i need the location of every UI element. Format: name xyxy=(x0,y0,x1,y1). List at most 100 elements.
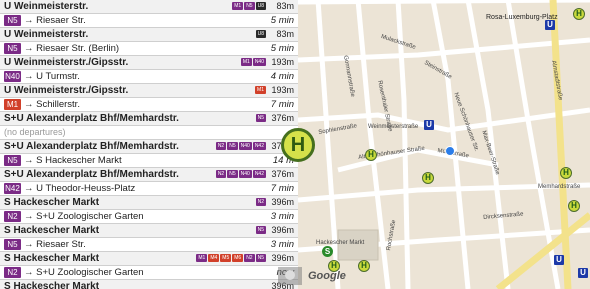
line-tag: M1 xyxy=(4,99,21,110)
departure-row[interactable]: N2→ S+U Zoologischer Gartennow xyxy=(0,266,298,280)
line-tag: N5 xyxy=(4,155,21,166)
bus-stop-marker[interactable]: H xyxy=(422,172,434,184)
stop-header-row[interactable]: U Weinmeisterstr./Gipsstr. M1 193m xyxy=(0,84,298,98)
stop-header-row[interactable]: S Hackescher Markt N2 396m xyxy=(0,196,298,210)
line-badge: N40 xyxy=(252,58,266,66)
stop-header-row[interactable]: S Hackescher Markt M1 M4 M5 M6 N2 N5 396m xyxy=(0,252,298,266)
line-badge: M1 xyxy=(196,254,208,262)
departure-row[interactable]: N42 → U Theodor-Heuss-Platz 7 min xyxy=(0,182,298,196)
line-badge: N40 xyxy=(238,142,252,150)
u-bahn-marker[interactable]: U xyxy=(578,268,588,278)
google-logo: Google xyxy=(308,270,346,282)
departure-destination: → Riesaer Str. xyxy=(24,15,86,26)
stop-name: S Hackescher Markt xyxy=(4,197,100,208)
map-layers-icon[interactable] xyxy=(278,267,302,285)
stop-name: U Weinmeisterstr./Gipsstr. xyxy=(4,85,129,96)
stop-distance: 83m xyxy=(276,29,294,39)
line-badge: N42 xyxy=(252,142,266,150)
departure-destination: → U Theodor-Heuss-Platz xyxy=(24,183,136,194)
u-bahn-marker[interactable]: U xyxy=(554,255,564,265)
stop-header-row[interactable]: S+U Alexanderplatz Bhf/Memhardstr. N2 N5 N4… xyxy=(0,140,298,154)
line-badge: N5 xyxy=(227,142,238,150)
stop-header-row[interactable]: U Weinmeisterstr./Gipsstr. M1 N40 193m xyxy=(0,56,298,70)
line-badge: M5 xyxy=(220,254,232,262)
line-badges: N2 xyxy=(255,198,266,206)
stop-name: S Hackescher Markt xyxy=(4,281,100,289)
departure-time: 5 min xyxy=(270,43,294,54)
line-badge: N2 xyxy=(255,198,266,206)
departure-row[interactable]: N5 → Riesaer Str. 3 min xyxy=(0,238,298,252)
line-badges: U8 xyxy=(255,30,266,38)
line-tag: N5 xyxy=(4,15,21,26)
line-badge: M6 xyxy=(232,254,244,262)
departure-time: 4 min xyxy=(270,71,294,82)
departure-time: 7 min xyxy=(270,183,294,194)
selected-stop-marker[interactable]: H xyxy=(281,128,315,162)
stop-header-row[interactable]: S+U Alexanderplatz Bhf/Memhardstr. N5 376m xyxy=(0,112,298,126)
bus-stop-marker[interactable]: H xyxy=(365,149,377,161)
current-location-dot xyxy=(445,146,455,156)
bus-stop-marker[interactable]: H xyxy=(573,8,585,20)
departure-row[interactable]: N5 → Riesaer Str. 5 min xyxy=(0,14,298,28)
stop-header-row[interactable]: S Hackescher Markt 396m xyxy=(0,280,298,289)
departure-destination: → S Hackescher Markt xyxy=(24,155,122,166)
street-label: Hackescher Markt xyxy=(316,240,365,246)
departure-destination: → S+U Zoologischer Garten xyxy=(24,267,144,278)
line-badge: U8 xyxy=(255,2,266,10)
line-badge: N5 xyxy=(255,226,266,234)
line-badge: N2 xyxy=(215,170,227,178)
stop-name: U Weinmeisterstr./Gipsstr. xyxy=(4,57,129,68)
stop-name: S Hackescher Markt xyxy=(4,225,100,236)
stop-name: S Hackescher Markt xyxy=(4,253,100,264)
stop-header-row[interactable]: S+U Alexanderplatz Bhf/Memhardstr. N2 N5 N4… xyxy=(0,168,298,182)
stop-name: S+U Alexanderplatz Bhf/Memhardstr. xyxy=(4,169,179,180)
departure-row[interactable]: N5 → S Hackescher Markt 14 m xyxy=(0,154,298,168)
stop-name: U Weinmeisterstr. xyxy=(4,1,89,12)
line-badges: N2 N5 N40 N42 xyxy=(215,170,266,178)
stop-distance: 376m xyxy=(271,113,294,123)
departure-time: 5 min xyxy=(270,15,294,26)
stop-header-row[interactable]: S Hackescher Markt N5 396m xyxy=(0,224,298,238)
line-badges: M1 N5 U8 xyxy=(232,2,266,10)
departure-row[interactable]: N40 → U Turmstr. 4 min xyxy=(0,70,298,84)
line-badge: M1 xyxy=(240,58,252,66)
departure-time: 3 min xyxy=(270,239,294,250)
line-badges: N2 N5 N40 N42 xyxy=(215,142,266,150)
stop-header-row[interactable]: U Weinmeisterstr. U8 83m xyxy=(0,28,298,42)
line-badge: M1 xyxy=(232,2,244,10)
line-tag: N5 xyxy=(4,239,21,250)
stop-header-row[interactable]: U Weinmeisterstr. M1 N5 U8 83m xyxy=(0,0,298,14)
u-bahn-marker[interactable]: U xyxy=(424,120,434,130)
departures-panel[interactable]: U Weinmeisterstr. M1 N5 U8 83m N5 → Riesaer St… xyxy=(0,0,299,289)
line-badge: M4 xyxy=(208,254,220,262)
street-label: Weinmeisterstraße xyxy=(368,124,419,130)
departure-destination: → U Turmstr. xyxy=(24,71,80,82)
stop-distance: 396m xyxy=(271,253,294,263)
departure-row[interactable]: M1 → Schillerstr. 7 min xyxy=(0,98,298,112)
s-bahn-marker[interactable]: S xyxy=(322,246,333,257)
line-badge: N5 xyxy=(255,114,266,122)
line-badge: N40 xyxy=(238,170,252,178)
bus-stop-marker[interactable]: H xyxy=(358,260,370,272)
departure-time: 3 min xyxy=(270,211,294,222)
line-badges: N5 xyxy=(255,226,266,234)
u-bahn-marker[interactable]: U xyxy=(545,20,555,30)
departure-row[interactable]: N2 → S+U Zoologischer Garten 3 min xyxy=(0,210,298,224)
bus-stop-marker[interactable]: H xyxy=(568,200,580,212)
line-badge: N42 xyxy=(252,170,266,178)
line-badges: M1 N40 xyxy=(240,58,266,66)
departure-destination: → Riesaer Str. (Berlin) xyxy=(24,43,120,54)
stop-distance: 396m xyxy=(271,197,294,207)
line-tag: N2 xyxy=(4,267,21,278)
stop-distance: 193m xyxy=(271,57,294,67)
line-badge: M1 xyxy=(255,86,266,94)
stop-name: U Weinmeisterstr. xyxy=(4,29,89,40)
map-view[interactable]: Mulackstraße Rosa-Luxemburg-Platz Almsta… xyxy=(298,0,590,289)
line-badges: M1 M4 M5 M6 N2 N5 xyxy=(196,254,266,262)
line-badges: M1 xyxy=(255,86,266,94)
line-tag: N40 xyxy=(4,71,21,82)
departure-row[interactable]: N5 → Riesaer Str. (Berlin) 5 min xyxy=(0,42,298,56)
line-tag: N2 xyxy=(4,211,21,222)
bus-stop-marker[interactable]: H xyxy=(560,167,572,179)
departure-destination: → S+U Zoologischer Garten xyxy=(24,211,144,222)
